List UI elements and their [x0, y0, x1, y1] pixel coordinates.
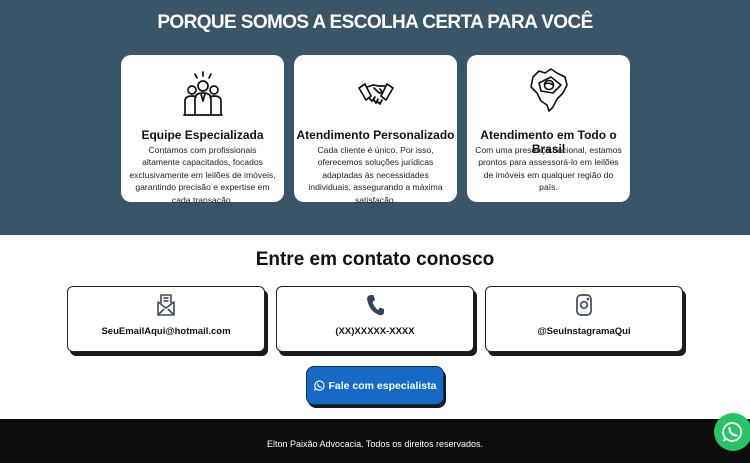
contact-card-phone[interactable]: (XX)XXXXX-XXXX — [276, 286, 474, 352]
contact-email-text: SeuEmailAqui@hotmail.com — [101, 326, 231, 337]
feature-card-description: Com uma presença nacional, estamos pront… — [475, 145, 622, 193]
feature-card-title: Equipe Especializada — [141, 128, 264, 142]
whatsapp-icon — [722, 421, 744, 443]
hero-title: PORQUE SOMOS A ESCOLHA CERTA PARA VOCÊ — [157, 12, 593, 33]
feature-card-service: Atendimento Personalizado Cada cliente é… — [294, 55, 457, 205]
feature-card-description: Cada cliente é único. Por isso, oferecem… — [308, 145, 443, 205]
whatsapp-float-button[interactable] — [714, 413, 750, 451]
cta-label: Fale com especialista — [328, 379, 437, 392]
contact-card-instagram[interactable]: @SeuInstagramaQui — [485, 286, 683, 352]
feature-card-title: Atendimento Personalizado — [296, 128, 455, 142]
phone-icon — [277, 294, 473, 318]
handshake-icon — [294, 69, 457, 119]
envelope-icon — [68, 294, 264, 318]
brazil-map-icon — [467, 65, 630, 115]
whatsapp-icon — [313, 380, 325, 391]
contact-card-email[interactable]: SeuEmailAqui@hotmail.com — [67, 286, 265, 352]
contact-instagram-text: @SeuInstagramaQui — [537, 326, 631, 337]
feature-card-team: Equipe Especializada Contamos com profis… — [121, 55, 284, 205]
contact-title: Entre em contato conosco — [255, 249, 495, 270]
instagram-icon — [486, 294, 682, 318]
contact-phone-text: (XX)XXXXX-XXXX — [335, 326, 415, 337]
talk-to-specialist-button[interactable]: Fale com especialista — [306, 366, 444, 405]
footer-copyright: Elton Paixão Advocacia. Todos os direito… — [267, 439, 483, 449]
team-icon — [121, 69, 284, 119]
feature-card-brazil: Atendimento em Todo o Brasil Com uma pre… — [467, 55, 630, 202]
feature-card-description: Contamos com profissionais altamente cap… — [129, 145, 276, 205]
